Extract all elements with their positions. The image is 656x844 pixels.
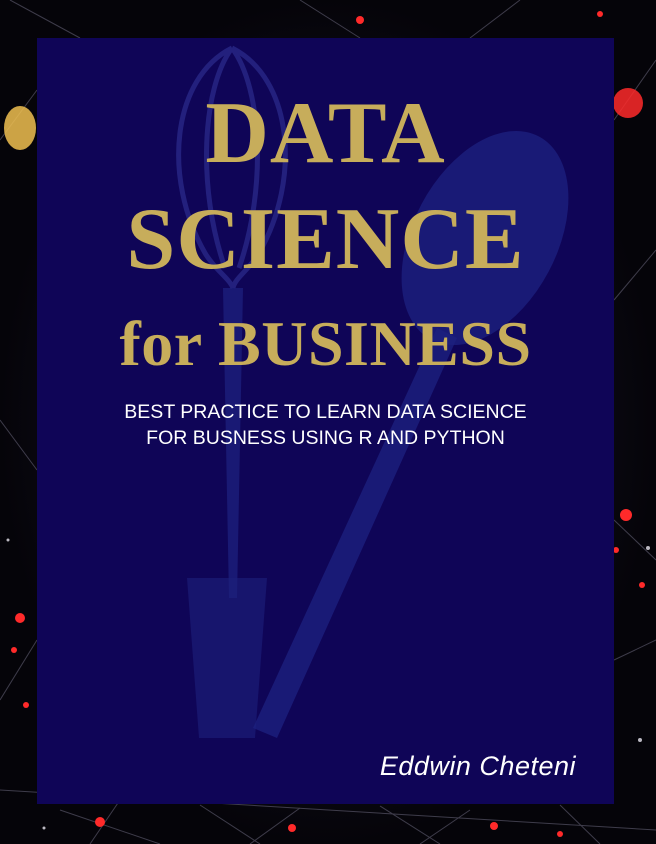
title-line-for-business: for BUSINESS bbox=[119, 308, 532, 379]
subtitle-line-1: BEST PRACTICE TO LEARN DATA SCIENCE bbox=[124, 401, 527, 423]
author-name: Eddwin Cheteni bbox=[379, 751, 576, 781]
title-line-science: SCIENCE bbox=[126, 191, 525, 288]
book-cover: DATA SCIENCE for BUSINESS BEST PRACTICE … bbox=[37, 38, 614, 804]
title-line-data: DATA bbox=[205, 85, 446, 182]
subtitle-line-2: FOR BUSNESS USING R AND PYTHON bbox=[146, 427, 505, 449]
